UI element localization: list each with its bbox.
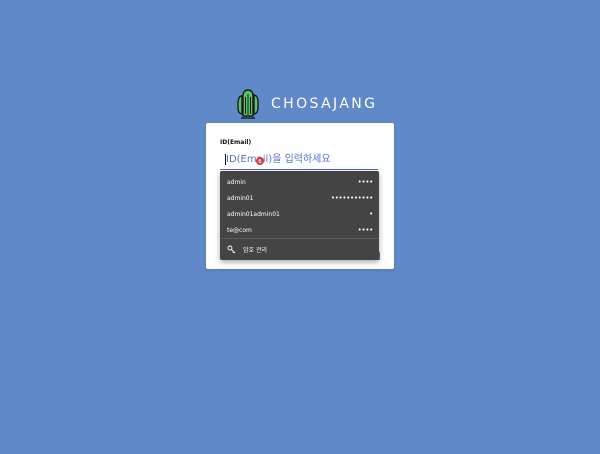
suggestion-password-mask: ••••••••••• (330, 193, 373, 202)
id-email-input[interactable] (220, 150, 378, 170)
suggestion-password-mask: • (369, 209, 373, 218)
text-caret (225, 154, 226, 165)
autofill-suggestion[interactable]: admin01admin01 • (220, 206, 379, 222)
mouse-cursor-indicator (256, 157, 264, 165)
manage-passwords-item[interactable]: 암호 관리 (220, 241, 379, 257)
suggestion-username: admin01 (227, 194, 254, 202)
cactus-icon (237, 89, 259, 119)
manage-passwords-label: 암호 관리 (243, 246, 267, 254)
autofill-dropdown: admin •••• admin01 ••••••••••• admin01ad… (220, 171, 379, 260)
suggestion-password-mask: •••• (357, 225, 374, 234)
autofill-suggestion[interactable]: te@com •••• (220, 222, 379, 238)
suggestion-password-mask: •••• (357, 177, 374, 186)
autofill-suggestion[interactable]: admin •••• (220, 174, 379, 190)
key-icon (227, 245, 236, 253)
brand-name: CHOSAJANG (271, 96, 378, 112)
suggestion-username: te@com (227, 226, 252, 234)
suggestion-username: admin (227, 178, 246, 186)
dropdown-divider (220, 238, 379, 239)
autofill-suggestion[interactable]: admin01 ••••••••••• (220, 190, 379, 206)
brand: CHOSAJANG (232, 88, 377, 120)
suggestion-username: admin01admin01 (227, 210, 280, 218)
id-field-label: ID(Email) (220, 139, 252, 146)
